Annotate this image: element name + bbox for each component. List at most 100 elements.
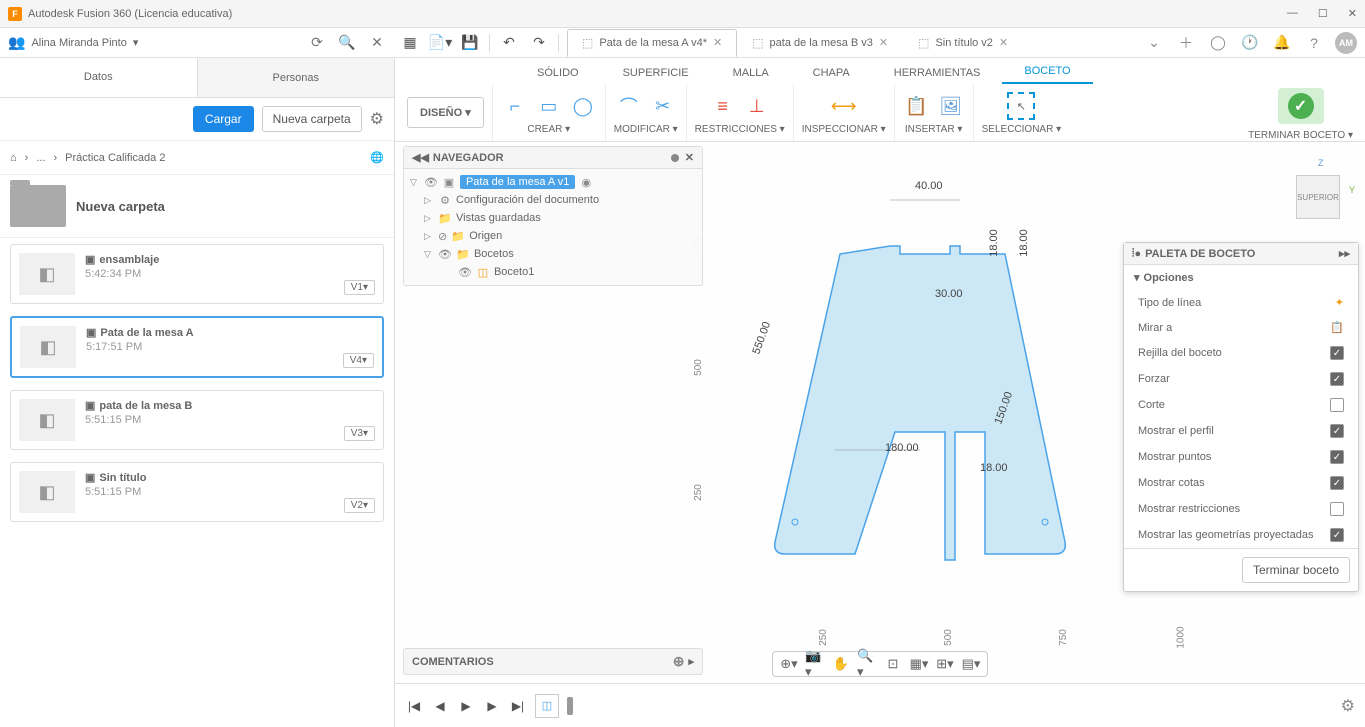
chevron-down-icon[interactable]: ⌄ (1143, 32, 1165, 54)
viewport-icon[interactable]: ▤▾ (961, 654, 981, 674)
measure-icon[interactable]: ⟷ (830, 92, 858, 120)
tl-back-icon[interactable]: ◀ (431, 697, 449, 715)
doc-tab-2[interactable]: ⬚pata de la mesa B v3✕ (737, 29, 903, 57)
extension-icon[interactable]: ◯ (1207, 32, 1229, 54)
new-tab-icon[interactable]: ＋ (1175, 32, 1197, 54)
comments-panel[interactable]: COMENTARIOS ⊕ ▸ (403, 648, 703, 675)
dimension[interactable]: 30.00 (935, 288, 963, 300)
tree-sketch1[interactable]: 👁◫Boceto1 (404, 263, 702, 281)
rectangle-icon[interactable]: ▭ (535, 92, 563, 120)
palette-row[interactable]: Mostrar las geometrías proyectadas✓ (1124, 522, 1358, 548)
checkbox[interactable] (1330, 502, 1344, 516)
gear-icon[interactable]: ⚙ (370, 109, 384, 129)
version-badge[interactable]: V3▾ (344, 426, 375, 441)
fit-icon[interactable]: ⊡ (883, 654, 903, 674)
tab-sketch[interactable]: BOCETO (1002, 60, 1092, 84)
breadcrumb[interactable]: ⌂ › ... › Práctica Calificada 2 🌐 (0, 141, 394, 175)
clock-icon[interactable]: 🕐 (1239, 32, 1261, 54)
tab-surface[interactable]: SUPERFICIE (601, 62, 711, 84)
tab-sheetmetal[interactable]: CHAPA (791, 62, 872, 84)
tab-mesh[interactable]: MALLA (711, 62, 791, 84)
search-icon[interactable]: 🔍 (337, 33, 357, 53)
tab-tools[interactable]: HERRAMIENTAS (872, 62, 1003, 84)
close-panel-icon[interactable]: ✕ (367, 33, 387, 53)
circle-icon[interactable]: ◯ (569, 92, 597, 120)
design-dropdown[interactable]: DISEÑO ▾ (407, 97, 484, 128)
group-insert[interactable]: INSERTAR ▾ (905, 124, 962, 135)
look-icon[interactable]: 📷▾ (805, 654, 825, 674)
dimension[interactable]: 180.00 (885, 442, 919, 454)
trim-icon[interactable]: ✂ (649, 92, 677, 120)
palette-section[interactable]: ▾Opciones (1124, 265, 1358, 290)
tree-doc-config[interactable]: ▷⚙Configuración del documento (404, 191, 702, 209)
palette-row[interactable]: Corte (1124, 392, 1358, 418)
tl-start-icon[interactable]: |◀ (405, 697, 423, 715)
tree-origin[interactable]: ▷⊘📁Origen (404, 227, 702, 245)
insert-icon[interactable]: 📋 (903, 92, 931, 120)
fillet-icon[interactable]: ⌒ (615, 92, 643, 120)
palette-row[interactable]: Mostrar restricciones (1124, 496, 1358, 522)
undo-icon[interactable]: ↶ (494, 29, 524, 57)
group-inspect[interactable]: INSPECCIONAR ▾ (802, 124, 886, 135)
horizontal-icon[interactable]: ≡ (709, 92, 737, 120)
expand-icon[interactable]: ▸ (688, 655, 694, 668)
refresh-icon[interactable]: ⟳ (307, 33, 327, 53)
tl-play-icon[interactable]: ▶ (457, 697, 475, 715)
close-icon[interactable]: ✕ (685, 151, 694, 164)
checkbox[interactable] (1330, 398, 1344, 412)
dimension[interactable]: 40.00 (915, 180, 943, 192)
design-item[interactable]: ◧ ▣Pata de la mesa A 5:17:51 PM V4▾ (10, 316, 384, 378)
canvas-area[interactable]: 40.00 18.00 18.00 30.00 550.00 180.00 15… (395, 142, 1365, 727)
minimize-button[interactable]: — (1287, 7, 1298, 20)
upload-button[interactable]: Cargar (193, 106, 254, 132)
new-folder-button[interactable]: Nueva carpeta (262, 106, 362, 132)
image-icon[interactable]: 🖼 (937, 92, 965, 120)
timeline-slider[interactable] (567, 697, 573, 715)
group-select[interactable]: SELECCIONAR ▾ (982, 124, 1061, 135)
checkbox[interactable]: ✓ (1330, 528, 1344, 542)
close-tab-icon[interactable]: ✕ (713, 36, 722, 49)
tree-saved-views[interactable]: ▷📁Vistas guardadas (404, 209, 702, 227)
checkbox[interactable]: ✓ (1330, 450, 1344, 464)
palette-row[interactable]: Mostrar el perfil✓ (1124, 418, 1358, 444)
palette-row[interactable]: Forzar✓ (1124, 366, 1358, 392)
tl-fwd-icon[interactable]: ▶ (483, 697, 501, 715)
design-item[interactable]: ◧ ▣Sin título 5:51:15 PM V2▾ (10, 462, 384, 522)
file-icon[interactable]: 📄▾ (425, 29, 455, 57)
tree-root[interactable]: ▽👁▣ Pata de la mesa A v1 ◉ (404, 173, 702, 191)
close-tab-icon[interactable]: ✕ (879, 36, 888, 49)
palette-row[interactable]: Mostrar puntos✓ (1124, 444, 1358, 470)
orbit-icon[interactable]: ⊕▾ (779, 654, 799, 674)
close-button[interactable]: ✕ (1348, 7, 1357, 20)
version-badge[interactable]: V2▾ (344, 498, 375, 513)
redo-icon[interactable]: ↷ (524, 29, 554, 57)
close-tab-icon[interactable]: ✕ (999, 36, 1008, 49)
maximize-button[interactable]: ☐ (1318, 7, 1328, 20)
group-create[interactable]: CREAR ▾ (527, 124, 570, 135)
finish-sketch-button[interactable]: ✓ (1278, 88, 1324, 124)
sketch-palette[interactable]: ⦙ ● PALETA DE BOCETO ▸▸ ▾Opciones Tipo d… (1123, 242, 1359, 592)
help-icon[interactable]: ? (1303, 32, 1325, 54)
sketch-geometry[interactable] (725, 182, 1145, 602)
vertical-icon[interactable]: ⊥ (743, 92, 771, 120)
checkbox[interactable]: ✓ (1330, 424, 1344, 438)
checkbox[interactable]: ✓ (1330, 346, 1344, 360)
version-badge[interactable]: V4▾ (343, 353, 374, 368)
add-icon[interactable]: ⊕ (673, 653, 685, 670)
avatar[interactable]: AM (1335, 32, 1357, 54)
design-item[interactable]: ◧ ▣ensamblaje 5:42:34 PM V1▾ (10, 244, 384, 304)
palette-row[interactable]: Mostrar cotas✓ (1124, 470, 1358, 496)
tl-end-icon[interactable]: ▶| (509, 697, 527, 715)
data-tab[interactable]: Datos (0, 58, 198, 97)
globe-icon[interactable]: 🌐 (370, 151, 384, 164)
doc-tab-3[interactable]: ⬚Sin título v2✕ (903, 29, 1023, 57)
people-tab[interactable]: Personas (198, 58, 395, 97)
checkbox[interactable]: ✓ (1330, 476, 1344, 490)
viewcube[interactable]: Z Y SUPERIOR (1291, 170, 1345, 224)
select-icon[interactable]: ↖ (1007, 92, 1035, 120)
expand-icon[interactable]: ▸▸ (1339, 247, 1350, 260)
grid-icon[interactable]: ⊞▾ (935, 654, 955, 674)
palette-row[interactable]: Rejilla del boceto✓ (1124, 340, 1358, 366)
design-item[interactable]: ◧ ▣pata de la mesa B 5:51:15 PM V3▾ (10, 390, 384, 450)
option-icon[interactable]: 📋 (1330, 321, 1344, 334)
